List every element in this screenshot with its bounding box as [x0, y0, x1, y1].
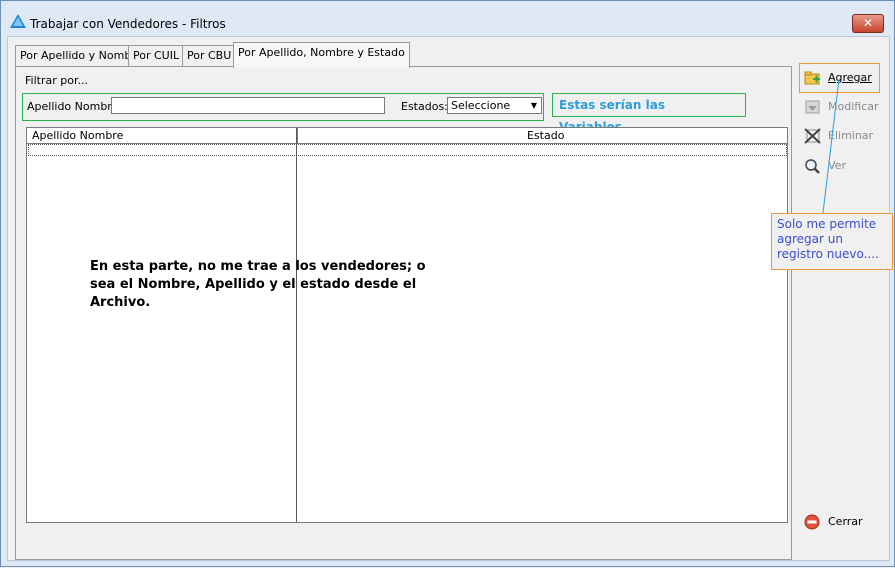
solo-annotation: Solo me permite agregar un registro nuev… [771, 213, 893, 270]
apellido-nombre-label: Apellido Nombre: [27, 100, 123, 113]
apellido-nombre-input[interactable] [111, 97, 385, 114]
modificar-label: Modificar [828, 100, 879, 113]
chevron-down-icon[interactable]: ▼ [528, 99, 540, 112]
ver-label: Ver [828, 159, 846, 172]
grid-annotation: En esta parte, no me trae a los vendedor… [90, 259, 426, 310]
agregar-label: Agregar [828, 71, 872, 84]
variables-annotation: Estas serían las Variables... [552, 93, 746, 134]
stop-icon [804, 514, 820, 530]
filter-title: Filtrar por... [25, 74, 88, 87]
delete-icon [804, 128, 821, 144]
window-title: Trabajar con Vendedores - Filtros [30, 17, 226, 31]
grid-header: Apellido Nombre Estado [27, 128, 787, 144]
tab-panel: Filtrar por... Apellido Nombre: Estados:… [15, 66, 792, 560]
column-header-estado[interactable]: Estado [527, 129, 564, 142]
edit-down-icon [805, 100, 820, 114]
client-area: Por Apellido y Nombre Por CUIL Por CBU P… [7, 36, 890, 561]
tab-cuil[interactable]: Por CUIL [128, 45, 185, 66]
estados-selected-value: Seleccione [451, 99, 511, 112]
cerrar-label: Cerrar [828, 515, 863, 528]
column-header-apellido-nombre[interactable]: Apellido Nombre [32, 129, 123, 142]
tab-cbu[interactable]: Por CBU [182, 45, 237, 66]
estados-select[interactable]: Seleccione ▼ [447, 97, 542, 114]
estados-label: Estados: [401, 100, 448, 113]
column-separator[interactable] [297, 128, 298, 143]
eliminar-label: Eliminar [828, 129, 874, 142]
close-button[interactable]: ✕ [852, 14, 884, 33]
empty-row[interactable] [28, 144, 787, 156]
title-bar[interactable]: Trabajar con Vendedores - Filtros ✕ [1, 1, 894, 33]
tab-apellido-nombre-estado[interactable]: Por Apellido, Nombre y Estado [233, 42, 410, 68]
add-folder-icon [804, 71, 820, 85]
column-divider [296, 128, 297, 522]
main-window: Trabajar con Vendedores - Filtros ✕ Por … [0, 0, 895, 567]
app-logo-icon [10, 14, 26, 28]
filter-group: Apellido Nombre: Estados: Seleccione ▼ [22, 93, 544, 121]
results-grid[interactable]: Apellido Nombre Estado En esta parte, no… [26, 127, 788, 523]
magnifier-icon [805, 159, 820, 174]
